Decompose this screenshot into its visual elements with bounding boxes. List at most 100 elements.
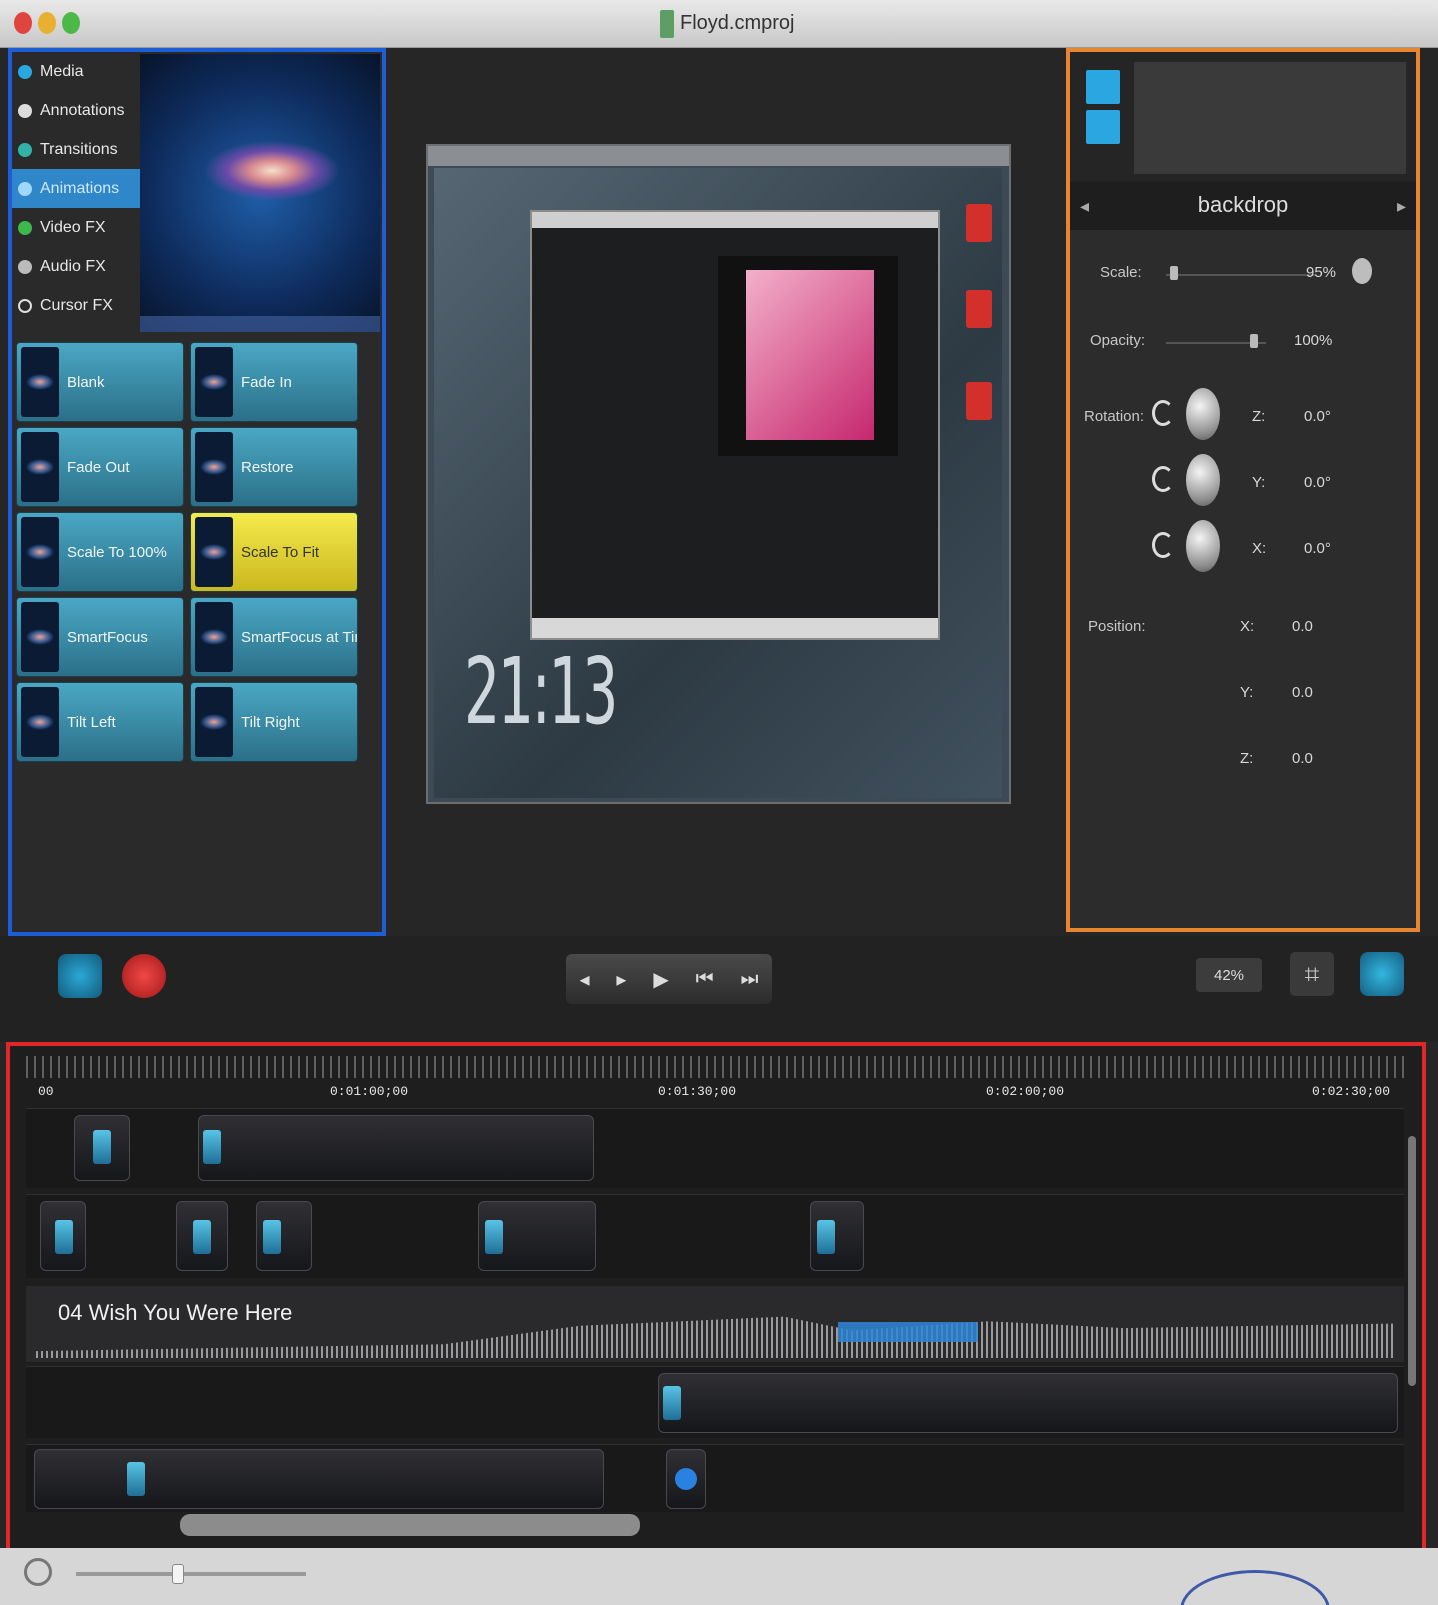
timeline-zoom-slider[interactable] xyxy=(76,1572,306,1576)
animation-tile-restore[interactable]: Restore xyxy=(190,427,358,507)
animation-tile-tilt-right[interactable]: Tilt Right xyxy=(190,682,358,762)
rotation-y-knob[interactable] xyxy=(1186,454,1220,506)
transport-bar: ◂ ▸ ▶ ⏮ ⏭ 42% ⌗ xyxy=(0,936,1438,1042)
rotation-y-axis: Y: xyxy=(1252,474,1266,491)
captured-window-titlebar xyxy=(532,212,938,228)
ruler-tick-label: 0:02:30;00 xyxy=(1312,1084,1391,1099)
tile-thumbnail xyxy=(21,517,59,587)
timeline-clip[interactable] xyxy=(658,1373,1398,1433)
scale-value[interactable]: 95% xyxy=(1306,264,1336,281)
animation-tile-scale-to-100[interactable]: Scale To 100% xyxy=(16,512,184,592)
animation-tile-blank[interactable]: Blank xyxy=(16,342,184,422)
media-swatch-icon[interactable] xyxy=(1086,70,1120,104)
timeline-track xyxy=(26,1194,1404,1278)
timeline-clip[interactable] xyxy=(40,1201,86,1271)
category-media[interactable]: Media xyxy=(12,52,140,91)
app-window: Media Annotations Transitions Animations… xyxy=(0,48,1438,1562)
media-swatch-icon[interactable] xyxy=(1086,110,1120,144)
position-z-value[interactable]: 0.0 xyxy=(1292,750,1313,767)
category-label: Annotations xyxy=(40,101,125,119)
zoom-window-button[interactable] xyxy=(62,12,80,34)
animation-tile-fade-in[interactable]: Fade In xyxy=(190,342,358,422)
next-arrow-icon[interactable]: ▸ xyxy=(1397,196,1406,217)
camera-record-button[interactable] xyxy=(58,954,102,998)
record-button[interactable] xyxy=(122,954,166,998)
tile-label: Fade Out xyxy=(67,458,130,476)
properties-thumbnail xyxy=(1134,62,1406,174)
tile-thumbnail xyxy=(195,432,233,502)
category-annotations[interactable]: Annotations xyxy=(12,91,140,130)
category-label: Animations xyxy=(40,179,120,197)
crop-icon[interactable]: ⌗ xyxy=(1290,952,1334,996)
close-window-button[interactable] xyxy=(14,12,32,34)
properties-object-name: backdrop xyxy=(1197,192,1289,217)
ruler-tick-label: 0:01:00;00 xyxy=(330,1084,409,1099)
cursor-icon xyxy=(18,298,32,313)
captured-clock: 21:13 xyxy=(464,638,618,745)
clip-icon xyxy=(193,1220,211,1254)
timeline-clip[interactable] xyxy=(666,1449,706,1509)
clip-icon xyxy=(263,1220,281,1254)
category-label: Video FX xyxy=(40,218,106,236)
rotate-y-icon xyxy=(1152,466,1174,492)
animation-tile-scale-to-fit[interactable]: Scale To Fit xyxy=(190,512,358,592)
tile-thumbnail xyxy=(195,517,233,587)
canvas-zoom-select[interactable]: 42% xyxy=(1196,958,1262,992)
animation-tile-smartfocus-at-time[interactable]: SmartFocus at Time xyxy=(190,597,358,677)
timeline-ruler[interactable] xyxy=(26,1056,1404,1078)
magnifier-icon xyxy=(24,1558,52,1586)
timeline-horizontal-scrollbar[interactable] xyxy=(180,1514,640,1536)
position-x-value[interactable]: 0.0 xyxy=(1292,618,1313,635)
rotation-z-value[interactable]: 0.0° xyxy=(1304,408,1331,425)
category-cursor-fx[interactable]: Cursor FX xyxy=(12,286,140,325)
animation-tile-smartfocus[interactable]: SmartFocus xyxy=(16,597,184,677)
position-y-value[interactable]: 0.0 xyxy=(1292,684,1313,701)
category-list: Media Annotations Transitions Animations… xyxy=(12,52,140,325)
scale-slider[interactable] xyxy=(1166,274,1316,276)
timeline-vertical-scrollbar[interactable] xyxy=(1408,1136,1416,1386)
step-back-button[interactable]: ◂ xyxy=(579,967,589,992)
timeline-track xyxy=(26,1108,1404,1188)
clip-icon xyxy=(663,1386,681,1420)
rotation-x-value[interactable]: 0.0° xyxy=(1304,540,1331,557)
timeline-clip[interactable] xyxy=(34,1449,604,1509)
category-transitions[interactable]: Transitions xyxy=(12,130,140,169)
properties-toggle-button[interactable] xyxy=(1360,952,1404,996)
play-button[interactable]: ▶ xyxy=(653,967,668,992)
timeline-clip[interactable] xyxy=(810,1201,864,1271)
minimize-window-button[interactable] xyxy=(38,12,56,34)
timeline-clip[interactable] xyxy=(478,1201,596,1271)
timeline-clip[interactable] xyxy=(198,1115,594,1181)
rotation-x-knob[interactable] xyxy=(1186,520,1220,572)
category-audio-fx[interactable]: Audio FX xyxy=(12,247,140,286)
animation-tile-tilt-left[interactable]: Tilt Left xyxy=(16,682,184,762)
scale-dial-icon[interactable] xyxy=(1352,258,1372,284)
category-label: Cursor FX xyxy=(40,296,113,314)
category-label: Transitions xyxy=(40,140,118,158)
playback-controls: ◂ ▸ ▶ ⏮ ⏭ xyxy=(566,954,772,1004)
timeline-clip[interactable] xyxy=(256,1201,312,1271)
timeline-clip[interactable] xyxy=(74,1115,130,1181)
timeline-clip[interactable] xyxy=(176,1201,228,1271)
animation-tile-fade-out[interactable]: Fade Out xyxy=(16,427,184,507)
timeline-zoom-knob[interactable] xyxy=(172,1564,184,1584)
properties-thumbnail-area xyxy=(1070,52,1416,182)
window-title: Floyd.cmproj xyxy=(680,12,795,34)
tile-label: Tilt Left xyxy=(67,713,116,731)
rewind-button[interactable]: ⏮ xyxy=(696,968,714,991)
category-video-fx[interactable]: Video FX xyxy=(12,208,140,247)
tile-thumbnail xyxy=(195,602,233,672)
opacity-value[interactable]: 100% xyxy=(1294,332,1332,349)
category-animations[interactable]: Animations xyxy=(12,169,140,208)
step-forward-button[interactable]: ▸ xyxy=(616,967,626,992)
scale-slider-knob[interactable] xyxy=(1170,266,1178,280)
audio-clip[interactable]: 04 Wish You Were Here xyxy=(26,1286,1404,1362)
animation-preview-thumbnail xyxy=(140,54,380,332)
title-bar: Floyd.cmproj xyxy=(0,0,1438,48)
tile-label: SmartFocus xyxy=(67,628,148,646)
opacity-slider-knob[interactable] xyxy=(1250,334,1258,348)
fast-forward-button[interactable]: ⏭ xyxy=(740,968,758,991)
rotation-y-value[interactable]: 0.0° xyxy=(1304,474,1331,491)
canvas-preview[interactable]: 21:13 xyxy=(426,144,1011,804)
rotation-z-knob[interactable] xyxy=(1186,388,1220,440)
